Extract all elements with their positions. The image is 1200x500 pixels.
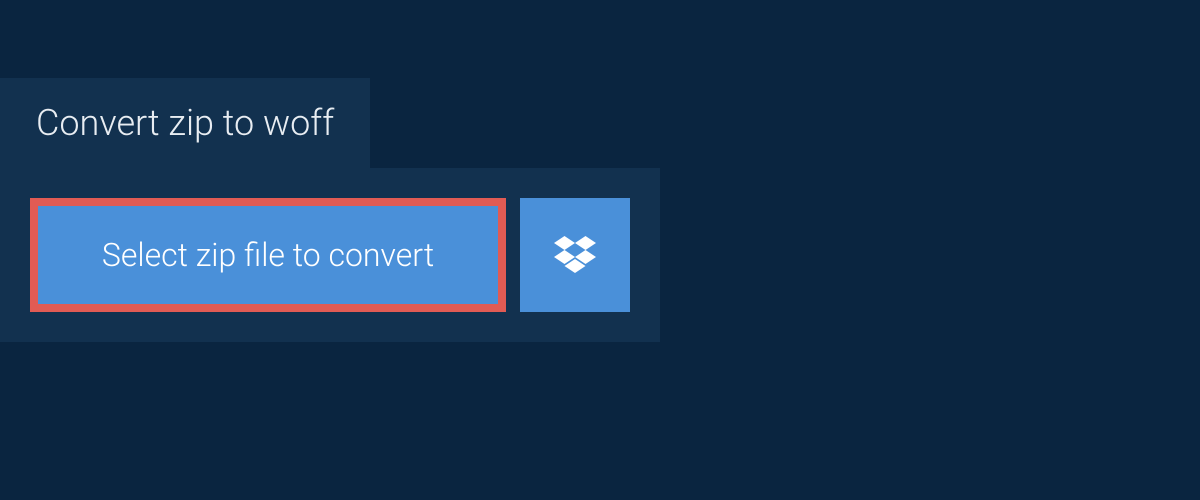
tab-header: Convert zip to woff	[0, 78, 370, 168]
dropbox-icon	[554, 236, 596, 274]
dropbox-source-button[interactable]	[520, 198, 630, 312]
select-file-label: Select zip file to convert	[102, 236, 434, 274]
select-file-button[interactable]: Select zip file to convert	[30, 198, 506, 312]
page-title: Convert zip to woff	[36, 102, 334, 144]
content-panel: Select zip file to convert	[0, 168, 660, 342]
